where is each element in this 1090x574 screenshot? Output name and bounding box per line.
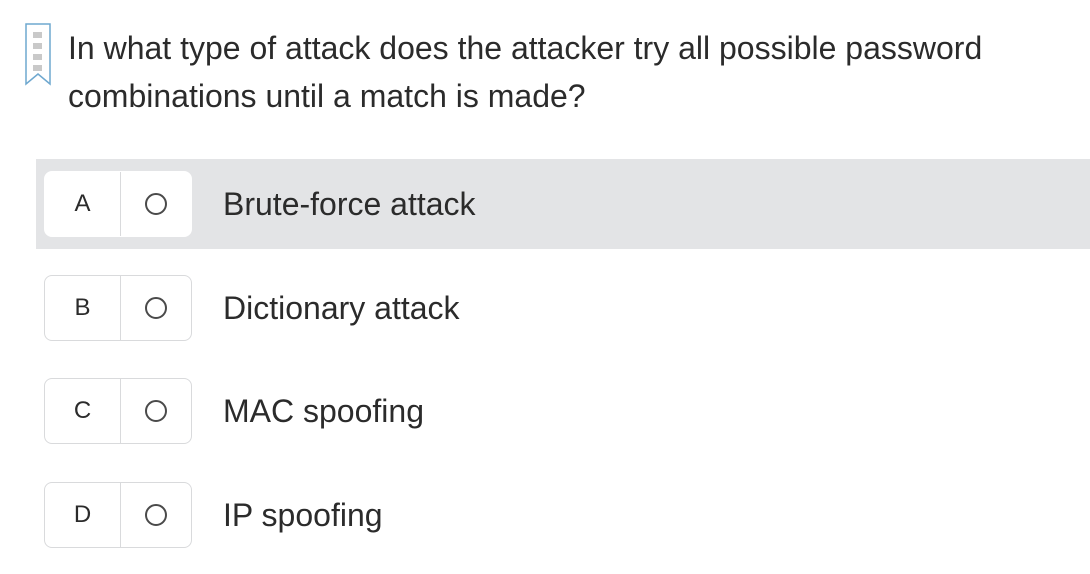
- option-letter: A: [45, 172, 121, 236]
- option-d[interactable]: D IP spoofing: [36, 470, 1090, 560]
- option-label: Brute-force attack: [223, 186, 476, 222]
- radio-circle-icon: [145, 400, 167, 422]
- radio-button[interactable]: [121, 172, 191, 236]
- option-selector[interactable]: D: [44, 482, 192, 548]
- option-label: IP spoofing: [223, 497, 383, 533]
- radio-button[interactable]: [121, 483, 191, 547]
- option-letter: D: [45, 483, 121, 547]
- radio-circle-icon: [145, 297, 167, 319]
- quiz-page: In what type of attack does the attacker…: [0, 0, 1090, 574]
- option-letter: B: [45, 276, 121, 340]
- radio-circle-icon: [145, 504, 167, 526]
- radio-button[interactable]: [121, 379, 191, 443]
- radio-button[interactable]: [121, 276, 191, 340]
- option-label: MAC spoofing: [223, 393, 424, 429]
- option-selector[interactable]: B: [44, 275, 192, 341]
- option-letter: C: [45, 379, 121, 443]
- option-a[interactable]: A Brute-force attack: [36, 159, 1090, 249]
- option-selector[interactable]: A: [44, 171, 192, 237]
- radio-circle-icon: [145, 193, 167, 215]
- option-c[interactable]: C MAC spoofing: [36, 366, 1090, 456]
- option-selector[interactable]: C: [44, 378, 192, 444]
- bookmark-icon[interactable]: [24, 22, 52, 86]
- option-label: Dictionary attack: [223, 290, 460, 326]
- question-text: In what type of attack does the attacker…: [68, 30, 983, 114]
- option-b[interactable]: B Dictionary attack: [36, 263, 1090, 353]
